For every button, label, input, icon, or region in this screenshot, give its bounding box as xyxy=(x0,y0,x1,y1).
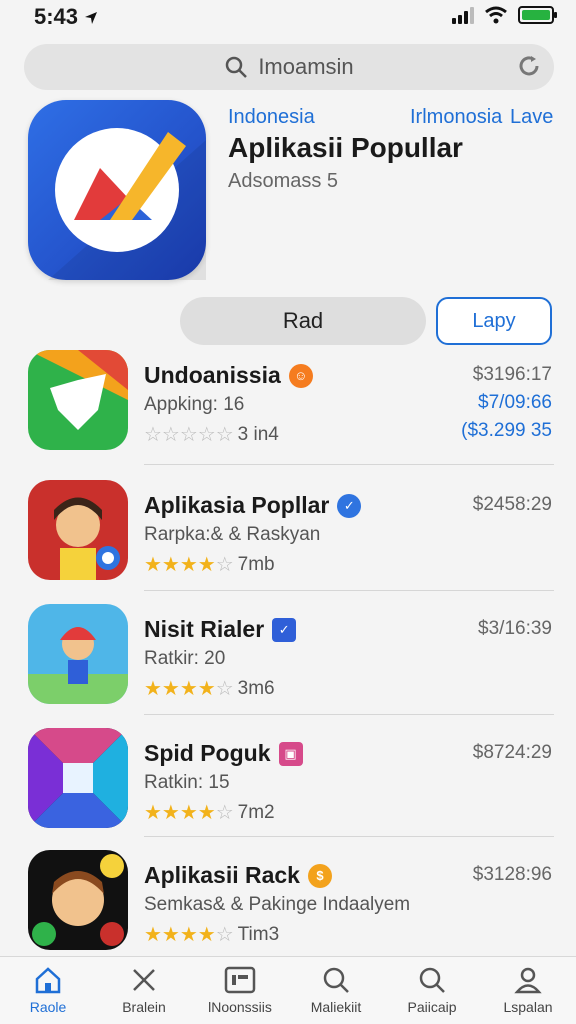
app-name: Aplikasia Popllar ✓ xyxy=(144,492,362,519)
hero-title: Aplikasii Popullar xyxy=(228,132,463,163)
list-item[interactable]: Aplikasia Popllar ✓ Rarpka:& & Raskyan ★… xyxy=(0,478,576,602)
battery-icon xyxy=(518,6,557,24)
app-rating: ★★★★☆ 3m6 xyxy=(144,677,275,701)
coin-badge-icon: $ xyxy=(307,863,332,888)
app-price: $8724:29 xyxy=(472,742,552,763)
app-subtitle: Ratkir: 20 xyxy=(144,648,226,669)
app-icon xyxy=(28,728,128,828)
list-item[interactable]: Nisit Rialer ✓ Ratkir: 20 ★★★★☆ 3m6 $3/1… xyxy=(0,602,576,726)
list-item[interactable]: Undoanissia ☺ Appking: 16 ☆☆☆☆☆ 3 in4 $3… xyxy=(0,348,576,472)
divider xyxy=(144,836,554,837)
home-icon xyxy=(35,967,61,994)
location-arrow-icon xyxy=(85,12,98,25)
star-rating-icon: ★★★★☆ xyxy=(144,554,234,576)
app-price-secondary[interactable]: $7/09:66 xyxy=(478,392,552,414)
app-subtitle: Rarpka:& & Raskyan xyxy=(144,524,321,545)
app-icon xyxy=(28,350,128,450)
app-rating: ★★★★☆ 7mb xyxy=(144,553,275,577)
search-icon xyxy=(419,967,445,993)
star-rating-icon: ★★★★☆ xyxy=(144,802,234,824)
close-icon xyxy=(133,969,155,991)
search-icon xyxy=(323,967,349,993)
wifi-icon xyxy=(485,6,507,24)
divider xyxy=(144,590,554,591)
search-text: Imoamsin xyxy=(258,54,354,79)
app-price: $3196:17 xyxy=(472,364,552,385)
app-rating: ★★★★☆ Tim3 xyxy=(144,923,280,947)
checkmark-logo-icon xyxy=(48,128,206,280)
app-price-tertiary[interactable]: ($3.299 35 xyxy=(461,420,552,442)
search-icon xyxy=(226,56,248,78)
star-rating-icon: ★★★★☆ xyxy=(144,924,234,946)
app-subtitle: Semkas& & Pakinge Indaalyem xyxy=(144,894,411,915)
tab-paiicaip[interactable]: Paiicaip xyxy=(384,957,480,1024)
media-badge-icon: ▣ xyxy=(278,741,303,766)
list-item[interactable]: Spid Poguk ▣ Ratkin: 15 ★★★★☆ 7m2 $8724:… xyxy=(0,726,576,850)
app-subtitle: Appking: 16 xyxy=(144,394,245,415)
star-rating-icon: ★★★★☆ xyxy=(144,678,234,700)
card-icon xyxy=(224,966,256,994)
tab-maliekiit[interactable]: Maliekiit xyxy=(288,957,384,1024)
featured-app-icon[interactable] xyxy=(28,100,206,280)
hero-subtitle: Adsomass 5 xyxy=(228,170,339,192)
tab-bralein[interactable]: Bralein xyxy=(96,957,192,1024)
tab-lspalan[interactable]: Lspalan xyxy=(480,957,576,1024)
link-region[interactable]: Irlmonosia xyxy=(410,106,502,129)
verified-badge-icon: ✓ xyxy=(337,493,362,518)
search-bar[interactable]: Imoamsin xyxy=(24,44,554,90)
secondary-button[interactable]: Lapy xyxy=(436,297,552,345)
divider xyxy=(144,714,554,715)
profile-icon xyxy=(514,967,542,994)
refresh-icon[interactable] xyxy=(516,53,542,79)
app-icon xyxy=(28,604,128,704)
app-price: $3/16:39 xyxy=(478,618,552,639)
app-icon xyxy=(28,480,128,580)
link-lave[interactable]: Lave xyxy=(510,106,553,129)
primary-button[interactable]: Rad xyxy=(180,297,426,345)
status-icons xyxy=(452,6,557,24)
app-price: $3128:96 xyxy=(472,864,552,885)
tab-home[interactable]: Raole xyxy=(0,957,96,1024)
app-name: Nisit Rialer ✓ xyxy=(144,616,297,643)
divider xyxy=(144,464,554,465)
app-price: $2458:29 xyxy=(472,494,552,515)
tab-bar: Raole Bralein lNoonssiis Maliekiit Paiic… xyxy=(0,956,576,1024)
app-icon xyxy=(28,850,128,950)
status-bar: 5:43 xyxy=(0,0,576,34)
star-rating-icon: ☆☆☆☆☆ xyxy=(144,424,234,446)
app-name: Spid Poguk ▣ xyxy=(144,740,303,767)
app-rating: ☆☆☆☆☆ 3 in4 xyxy=(144,423,279,447)
tab-noonssiis[interactable]: lNoonssiis xyxy=(192,957,288,1024)
check-badge-icon: ✓ xyxy=(272,617,297,642)
emoji-badge-icon: ☺ xyxy=(288,363,313,388)
list-item[interactable]: Aplikasii Rack $ Semkas& & Pakinge Indaa… xyxy=(0,848,576,972)
link-indonesia[interactable]: Indonesia xyxy=(228,106,315,129)
status-time: 5:43 xyxy=(34,4,98,30)
app-rating: ★★★★☆ 7m2 xyxy=(144,801,275,825)
app-subtitle: Ratkin: 15 xyxy=(144,772,230,793)
signal-icon xyxy=(452,6,474,24)
app-name: Aplikasii Rack $ xyxy=(144,862,332,889)
app-name: Undoanissia ☺ xyxy=(144,362,313,389)
